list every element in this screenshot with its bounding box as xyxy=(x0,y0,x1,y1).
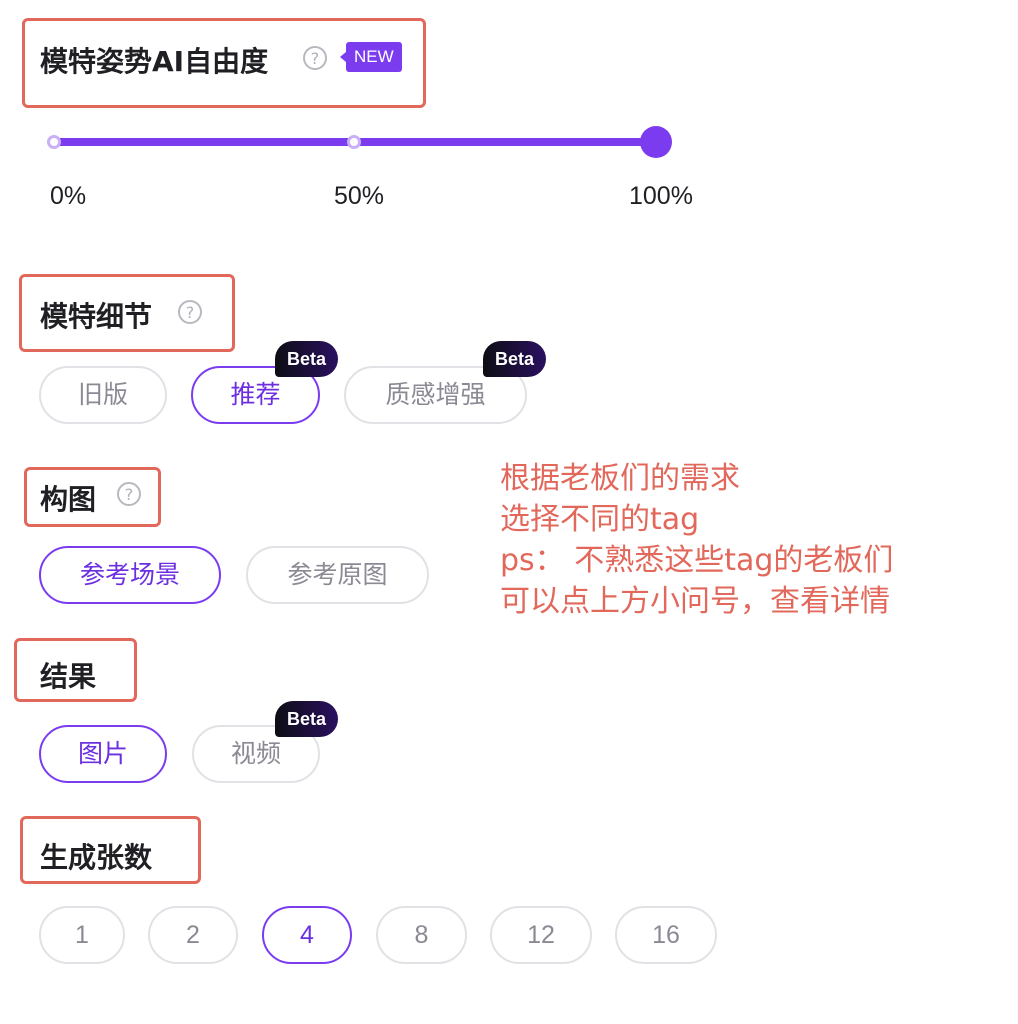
tick-label-50: 50% xyxy=(334,182,385,210)
count-title: 生成张数 xyxy=(40,841,153,874)
count-option-16[interactable]: 16 xyxy=(615,906,717,964)
beta-badge: Beta xyxy=(483,341,547,377)
slider-stop-0[interactable] xyxy=(47,135,61,149)
slider-handle[interactable] xyxy=(640,126,672,158)
option-reference-original[interactable]: 参考原图 xyxy=(246,546,429,604)
count-option-4[interactable]: 4 xyxy=(262,906,352,964)
annotation-line: ps： 不熟悉这些tag的老板们 xyxy=(500,543,894,578)
count-option-1[interactable]: 1 xyxy=(39,906,125,964)
help-icon[interactable]: ? xyxy=(178,300,202,324)
model-detail-title: 模特细节 xyxy=(40,300,153,333)
count-option-12[interactable]: 12 xyxy=(490,906,592,964)
beta-badge: Beta xyxy=(275,701,339,737)
annotation-line: 选择不同的tag xyxy=(500,502,700,537)
help-icon[interactable]: ? xyxy=(117,482,141,506)
pose-freedom-title: 模特姿势AI自由度 xyxy=(40,45,269,78)
composition-title: 构图 xyxy=(40,483,97,516)
option-reference-scene[interactable]: 参考场景 xyxy=(39,546,221,604)
option-image[interactable]: 图片 xyxy=(39,725,167,783)
annotation-line: 可以点上方小问号，查看详情 xyxy=(500,584,890,619)
count-option-8[interactable]: 8 xyxy=(376,906,467,964)
new-badge: NEW xyxy=(340,42,402,72)
annotation-line: 根据老板们的需求 xyxy=(500,461,740,496)
count-option-2[interactable]: 2 xyxy=(148,906,238,964)
help-icon[interactable]: ? xyxy=(303,46,327,70)
beta-badge: Beta xyxy=(275,341,339,377)
tick-label-0: 0% xyxy=(50,182,87,210)
option-legacy[interactable]: 旧版 xyxy=(39,366,167,424)
result-title: 结果 xyxy=(40,660,97,693)
tick-label-100: 100% xyxy=(629,182,693,210)
annotation-note: 根据老板们的需求 选择不同的tag ps： 不熟悉这些tag的老板们 可以点上方… xyxy=(500,458,893,622)
slider-stop-50[interactable] xyxy=(347,135,361,149)
